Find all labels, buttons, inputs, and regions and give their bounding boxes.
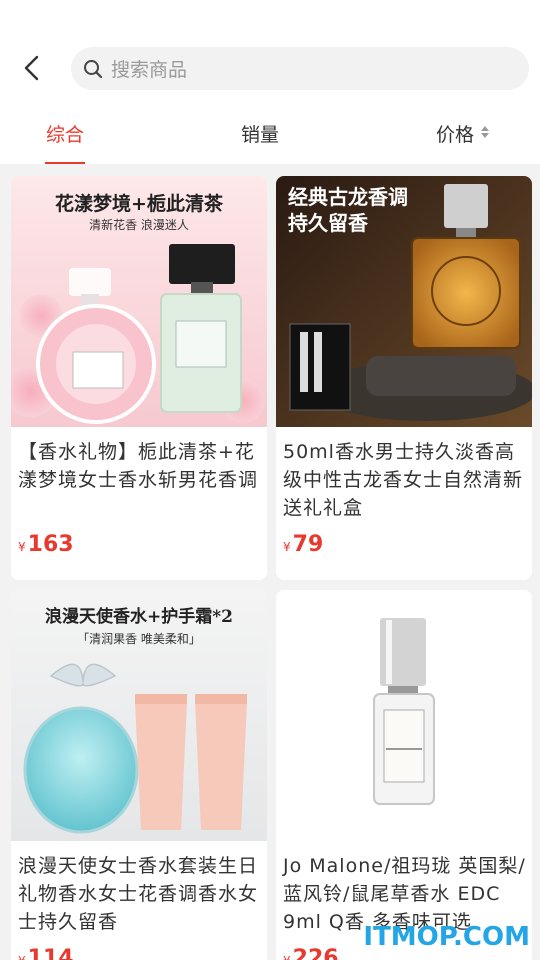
currency-symbol: ¥ [283,954,291,960]
product-price: ¥163 [18,532,74,557]
product-image[interactable]: 浪漫天使香水+护手霜*2 「清润果香 唯美柔和」 [11,590,267,841]
search-icon [84,59,103,78]
currency-symbol: ¥ [18,540,26,554]
chevron-left-icon [24,55,39,81]
banner-title: 经典古龙香调 [288,185,408,209]
search-input[interactable]: 搜索商品 [71,47,529,90]
watermark: ITMOP.COM [363,922,530,952]
product-card[interactable]: 浪漫天使香水+护手霜*2 「清润果香 唯美柔和」 浪漫天使女士香水套装生日礼物香… [11,590,267,960]
tab-sales[interactable]: 销量 [241,120,279,147]
price-value: 79 [292,532,324,557]
banner-subtitle: 持久留香 [288,211,369,235]
product-price: ¥79 [283,532,323,557]
tab-comprehensive[interactable]: 综合 [46,120,84,147]
product-image[interactable]: 花漾梦境+栀此清茶 清新花香 浪漫迷人 [11,176,267,427]
price-value: 114 [27,946,74,960]
search-placeholder: 搜索商品 [111,59,188,81]
product-title[interactable]: 【香水礼物】栀此清茶+花漾梦境女士香水斩男花香调 [18,438,264,494]
back-button[interactable] [14,50,50,86]
banner-subtitle: 「清润果香 唯美柔和」 [77,632,201,646]
banner-title: 浪漫天使香水+护手霜*2 [45,606,233,627]
price-value: 226 [292,946,339,960]
currency-symbol: ¥ [18,954,26,960]
product-title[interactable]: 50ml香水男士持久淡香高级中性古龙香女士自然清新送礼礼盒 [283,438,529,522]
product-card[interactable]: 经典古龙香调 持久留香 50ml香水男士持久淡香高级中性古龙香女士自然清新送礼礼… [276,176,532,580]
banner-subtitle: 清新花香 浪漫迷人 [89,217,189,232]
banner-title: 花漾梦境+栀此清茶 [55,192,224,215]
product-image[interactable]: 经典古龙香调 持久留香 [276,176,532,427]
sort-arrows-icon[interactable] [480,125,490,139]
product-card[interactable]: 花漾梦境+栀此清茶 清新花香 浪漫迷人 【香水礼物】栀此清茶+花漾梦境女士香水斩… [11,176,267,580]
price-value: 163 [27,532,74,557]
top-bar: 搜索商品 综合 销量 价格 [0,0,540,164]
product-image[interactable] [276,590,532,841]
product-price: ¥226 [283,946,339,960]
product-card[interactable]: Jo Malone/祖玛珑 英国梨/蓝风铃/鼠尾草香水 EDC 9ml Q香 多… [276,590,532,960]
product-title[interactable]: 浪漫天使女士香水套装生日礼物香水女士花香调香水女士持久留香 [18,852,264,936]
active-tab-indicator [45,162,85,164]
sort-tabs: 综合 销量 价格 [0,112,540,164]
currency-symbol: ¥ [283,540,291,554]
tab-price[interactable]: 价格 [436,120,474,147]
product-price: ¥114 [18,946,74,960]
